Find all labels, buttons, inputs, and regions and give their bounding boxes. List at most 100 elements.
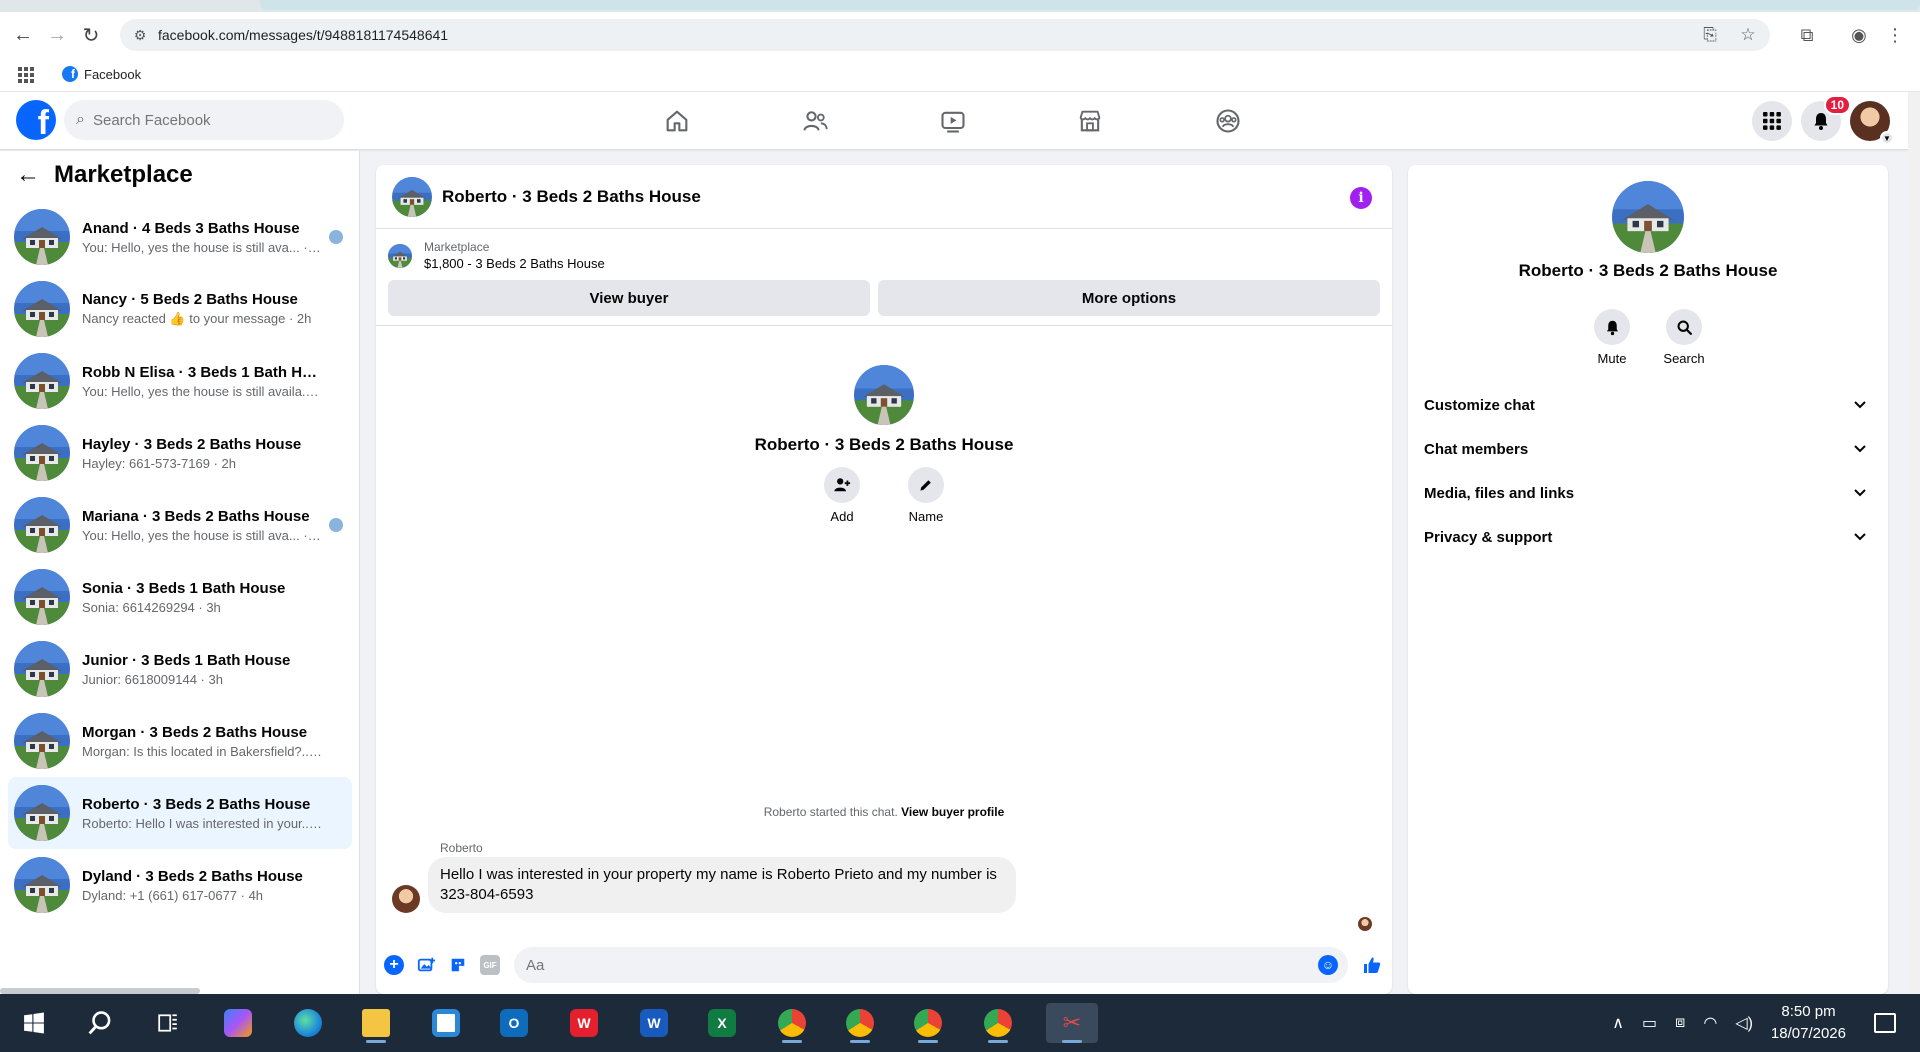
copilot-icon[interactable] [218,1003,258,1043]
emoji-icon[interactable]: ☺ [1318,955,1338,975]
forward-icon[interactable]: → [44,22,70,48]
conversation-item[interactable]: Dyland · 3 Beds 2 Baths House Dyland: +1 … [8,849,352,921]
conversation-preview: Roberto: Hello I was interested in your.… [82,815,322,831]
nav-marketplace[interactable] [1055,92,1125,150]
outlook-icon[interactable]: O [494,1003,534,1043]
details-section[interactable]: Customize chat [1408,383,1888,427]
sender-avatar[interactable] [392,885,420,913]
word-icon[interactable]: W [634,1003,674,1043]
mute-button[interactable]: Mute [1594,309,1630,366]
plus-icon[interactable]: + [384,955,404,975]
apps-grid-icon[interactable] [18,67,34,83]
notifications-button[interactable]: 10 [1801,95,1851,141]
bookmark-label: Facebook [84,66,142,82]
profile-icon[interactable]: ◉ [1846,22,1872,48]
nav-groups[interactable] [1193,92,1263,150]
back-arrow-icon[interactable]: ← [16,161,40,189]
clock[interactable]: 8:50 pm 18/07/2026 [1771,1001,1846,1045]
excel-icon[interactable]: X [702,1003,742,1043]
sticker-icon[interactable] [448,955,468,975]
listing-price[interactable]: $1,800 - 3 Beds 2 Baths House [424,256,605,271]
bookmark-facebook[interactable]: f Facebook [62,66,141,82]
conversation-item[interactable]: Nancy · 5 Beds 2 Baths House Nancy reacte… [8,273,352,345]
file-explorer-icon[interactable] [356,1003,396,1043]
task-view-icon[interactable] [148,1003,188,1043]
thumbs-up-icon[interactable] [1360,953,1384,977]
message-input[interactable] [526,956,1286,974]
menu-grid-button[interactable] [1752,101,1792,141]
taskbar-search-icon[interactable] [80,1003,120,1043]
nav-home[interactable] [642,92,712,150]
browser-menu-icon[interactable]: ⋮ [1882,22,1908,48]
listing-thumbnail[interactable] [388,243,412,268]
clock-date: 18/07/2026 [1770,1025,1846,1042]
edge-icon[interactable] [288,1003,328,1043]
install-app-icon[interactable]: ⎘ [1698,23,1722,47]
chrome-profile-4-icon[interactable] [978,1003,1018,1043]
browser-active-tab[interactable] [260,0,1920,10]
chat-header-thumbnail[interactable] [392,176,432,217]
conversation-item[interactable]: Hayley · 3 Beds 2 Baths House Hayley: 661… [8,417,352,489]
wps-icon[interactable]: W [564,1003,604,1043]
chrome-profile-2-icon[interactable] [840,1003,880,1043]
url-text[interactable]: facebook.com/messages/t/9488181174548641 [158,27,448,43]
chrome-profile-3-icon[interactable] [908,1003,948,1043]
view-buyer-profile-link[interactable]: View buyer profile [901,805,1004,819]
conversation-thumbnail [14,425,70,481]
conversation-item[interactable]: Sonia · 3 Beds 1 Bath House Sonia: 661426… [8,561,352,633]
search-input[interactable] [92,111,293,129]
search-chat-button[interactable]: Search [1663,309,1705,366]
details-sections: Customize chat Chat members Media, files a… [1408,383,1888,559]
message-bubble[interactable]: Hello I was interested in your property … [428,857,1016,913]
reload-icon[interactable]: ↻ [78,22,104,48]
bookmark-star-icon[interactable]: ☆ [1736,23,1760,47]
conversation-item[interactable]: Robb N Elisa · 3 Beds 1 Bath House You: H… [8,345,352,417]
photo-icon[interactable] [416,955,436,975]
notification-center-icon[interactable] [1874,1013,1896,1033]
wifi-icon[interactable]: ◠ [1703,1013,1717,1033]
chrome-profile-1-icon[interactable] [772,1003,812,1043]
conversation-item[interactable]: Roberto · 3 Beds 2 Baths House Roberto: H… [8,777,352,849]
details-section-label: Media, files and links [1424,484,1575,502]
microsoft-store-icon[interactable] [426,1003,466,1043]
chevron-down-icon [1854,398,1866,412]
more-options-button[interactable]: More options [878,280,1380,316]
chat-title[interactable]: Roberto · 3 Beds 2 Baths House [442,187,701,207]
facebook-search[interactable]: ⌕ [64,100,344,140]
conversation-title: Mariana · 3 Beds 2 Baths House [82,507,310,525]
view-buyer-button[interactable]: View buyer [388,280,870,316]
add-member-button[interactable]: Add [818,467,866,524]
address-bar[interactable]: ⚙ facebook.com/messages/t/94881811745486… [120,19,1770,51]
snipping-tool-icon[interactable]: ✂ [1046,1003,1098,1043]
conversation-item[interactable]: Morgan · 3 Beds 2 Baths House Morgan: Is … [8,705,352,777]
chevron-down-icon [1854,442,1866,456]
volume-icon[interactable]: ◁) [1735,1013,1753,1033]
windows-taskbar: O W W X ✂ ∧ ▭ ⧈ ◠ ◁) 8:50 pm 18/07/2026 [0,994,1920,1052]
details-thumbnail[interactable] [1612,181,1684,253]
windows-start-icon[interactable] [14,1003,54,1043]
details-section[interactable]: Chat members [1408,427,1888,471]
page-scrollbar[interactable] [1908,92,1920,994]
details-section-label: Chat members [1424,440,1529,458]
edit-name-button[interactable]: Name [902,467,950,524]
meet-now-icon[interactable]: ⧈ [1675,1014,1685,1032]
conversation-item[interactable]: Anand · 4 Beds 3 Baths House You: Hello, … [8,201,352,273]
message-input-wrapper[interactable]: ☺ [514,947,1348,983]
info-icon[interactable]: i [1350,187,1372,209]
mute-label: Mute [1597,351,1627,366]
details-section[interactable]: Privacy & support [1408,515,1888,559]
site-info-icon[interactable]: ⚙ [130,25,150,45]
facebook-logo-icon[interactable]: f [16,100,56,140]
account-avatar[interactable]: ▼ [1850,101,1894,145]
conversation-item[interactable]: Junior · 3 Beds 1 Bath House Junior: 6618… [8,633,352,705]
battery-icon[interactable]: ▭ [1642,1013,1657,1033]
details-section[interactable]: Media, files and links [1408,471,1888,515]
tray-overflow-icon[interactable]: ∧ [1612,1013,1624,1033]
conversation-list: Anand · 4 Beds 3 Baths House You: Hello, … [8,201,352,921]
gif-icon[interactable]: GIF [480,955,500,975]
nav-friends[interactable] [780,92,850,150]
nav-video[interactable] [918,92,988,150]
conversation-item[interactable]: Mariana · 3 Beds 2 Baths House You: Hello… [8,489,352,561]
extensions-icon[interactable]: ⧉ [1794,22,1820,48]
back-icon[interactable]: ← [10,22,36,48]
